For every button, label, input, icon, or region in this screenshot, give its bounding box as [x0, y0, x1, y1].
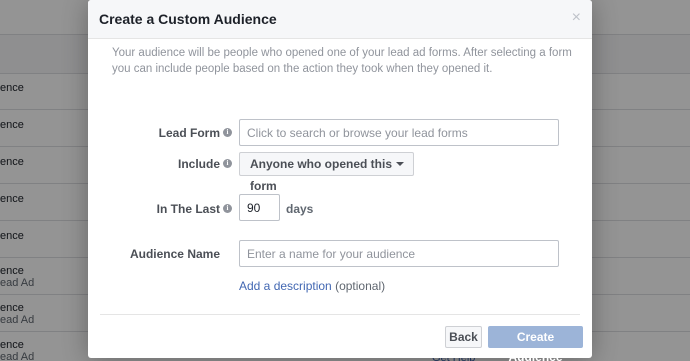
- info-icon[interactable]: i: [223, 159, 232, 168]
- audience-name-input[interactable]: [239, 240, 559, 267]
- optional-hint: (optional): [335, 279, 386, 293]
- page: ence ence ence ence ence ence ead Ad enc…: [0, 0, 690, 361]
- days-unit-label: days: [286, 202, 314, 216]
- audience-name-label: Audience Name: [129, 247, 220, 261]
- caret-down-icon: [396, 162, 404, 166]
- lead-form-label: Lead Form: [158, 126, 220, 140]
- create-audience-button[interactable]: Create Audience: [488, 326, 583, 361]
- lead-form-search-input[interactable]: [239, 119, 559, 146]
- dialog-title: Create a Custom Audience: [99, 11, 277, 27]
- close-icon[interactable]: ×: [572, 10, 581, 26]
- include-label: Include: [177, 157, 220, 171]
- include-dropdown[interactable]: Anyone who opened this form: [239, 152, 414, 193]
- dialog-description: Your audience will be people who opened …: [112, 47, 572, 75]
- add-description: Add a description (optional): [239, 279, 385, 293]
- info-icon[interactable]: i: [223, 204, 232, 213]
- days-input[interactable]: [239, 194, 280, 221]
- info-icon[interactable]: i: [223, 128, 232, 137]
- add-description-link[interactable]: Add a description: [239, 279, 332, 293]
- footer-divider: [100, 314, 580, 315]
- in-the-last-label: In The Last: [156, 202, 220, 216]
- include-selected-value: Anyone who opened this form: [250, 157, 393, 193]
- back-button[interactable]: Back: [445, 326, 482, 348]
- create-custom-audience-dialog: Create a Custom Audience × Your audience…: [88, 0, 592, 361]
- dialog-header: Create a Custom Audience ×: [88, 0, 592, 39]
